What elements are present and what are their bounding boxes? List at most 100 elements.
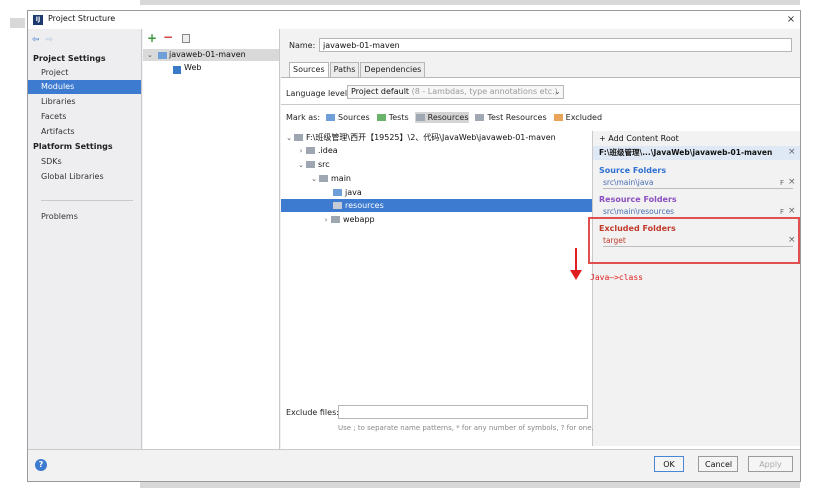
name-label: Name:: [289, 41, 316, 50]
mark-test-resources-label: Test Resources: [487, 113, 547, 122]
tree-label: F:\班级管理\西开【19525】\2、代码\JavaWeb\javaweb-0…: [306, 133, 556, 142]
remove-module-button[interactable]: −: [163, 30, 173, 44]
tab-sources[interactable]: Sources: [289, 62, 329, 77]
chevron-down-icon[interactable]: ⌄: [296, 159, 306, 172]
folder-tree: ⌄ F:\班级管理\西开【19525】\2、代码\JavaWeb\javaweb-…: [281, 131, 592, 446]
remove-root-icon[interactable]: ×: [788, 147, 796, 157]
tree-row-src[interactable]: ⌄ src: [281, 158, 592, 171]
test-resources-folder-icon: [475, 114, 485, 121]
nav-item-modules[interactable]: Modules: [28, 80, 141, 94]
chevron-right-icon[interactable]: ›: [321, 214, 331, 227]
resources-folder-icon: [415, 114, 425, 121]
title-bar: IJ Project Structure ×: [28, 11, 800, 29]
nav-item-artifacts[interactable]: Artifacts: [28, 125, 141, 139]
content-root-path: F:\班级管理\...\JavaWeb\javaweb-01-maven: [593, 146, 800, 160]
tests-folder-icon: [376, 114, 386, 121]
nav-item-facets[interactable]: Facets: [28, 110, 141, 124]
cancel-button[interactable]: Cancel: [698, 456, 738, 472]
sources-folder-icon: [326, 114, 336, 121]
project-settings-header: Project Settings: [33, 54, 106, 63]
module-name-label: javaweb-01-maven: [169, 50, 246, 59]
nav-item-sdks[interactable]: SDKs: [28, 155, 141, 169]
history-nav: ⇦ ⇨: [32, 35, 59, 45]
copy-module-icon[interactable]: [182, 34, 190, 43]
ok-button[interactable]: OK: [654, 456, 684, 472]
module-details-panel: Name: Sources Paths Dependencies Languag…: [281, 29, 800, 449]
nav-item-problems[interactable]: Problems: [28, 210, 141, 224]
tree-row-java[interactable]: java: [281, 186, 592, 199]
language-level-value: Project default: [351, 87, 410, 96]
back-arrow-icon[interactable]: ⇦: [32, 35, 40, 45]
mark-excluded-label: Excluded: [565, 113, 603, 122]
source-folder-path: src\main\java: [603, 178, 793, 189]
tree-label: webapp: [343, 215, 375, 224]
add-content-root-button[interactable]: + Add Content Root: [599, 134, 679, 143]
folder-icon: [319, 175, 328, 182]
mark-sources-button[interactable]: Sources: [325, 112, 371, 123]
web-facet-icon: [173, 66, 181, 74]
tree-row-main[interactable]: ⌄ main: [281, 172, 592, 185]
tree-label: src: [318, 160, 330, 169]
module-row[interactable]: ⌄ javaweb-01-maven: [143, 49, 279, 61]
tree-label: .idea: [318, 146, 338, 155]
dialog-button-bar: ? OK Cancel Apply: [28, 449, 800, 481]
edit-properties-icon[interactable]: F: [780, 208, 784, 216]
chevron-down-icon[interactable]: ⌄: [147, 49, 153, 61]
close-icon[interactable]: ×: [784, 13, 798, 27]
excluded-folder-icon: [553, 114, 563, 121]
project-structure-window: IJ Project Structure × ⇦ ⇨ Project Settin…: [27, 10, 801, 482]
window-title: Project Structure: [48, 14, 116, 23]
remove-source-folder-icon[interactable]: ×: [788, 177, 796, 187]
forward-arrow-icon[interactable]: ⇨: [46, 35, 54, 45]
mark-resources-button[interactable]: Resources: [414, 112, 470, 123]
folder-icon: [294, 134, 303, 141]
module-name-input[interactable]: [319, 38, 792, 52]
mark-as-label: Mark as:: [286, 113, 321, 122]
web-facet-item[interactable]: Web: [184, 63, 201, 72]
apply-button[interactable]: Apply: [748, 456, 793, 472]
background-strip-bottom: [140, 481, 800, 488]
module-tabs: Sources Paths Dependencies: [289, 62, 426, 77]
settings-nav-panel: ⇦ ⇨ Project Settings Project Modules Libr…: [28, 29, 142, 449]
excluded-folders-highlight: [588, 217, 800, 264]
chevron-right-icon[interactable]: ›: [296, 145, 306, 158]
nav-divider: [41, 200, 133, 201]
add-module-button[interactable]: +: [147, 31, 157, 45]
nav-item-project[interactable]: Project: [28, 66, 141, 80]
background-strip-left: [10, 18, 25, 28]
chevron-down-icon[interactable]: ⌄: [554, 85, 561, 99]
mark-tests-button[interactable]: Tests: [376, 112, 410, 123]
language-level-hint: (8 - Lambdas, type annotations etc.): [411, 87, 558, 96]
tree-row-root[interactable]: ⌄ F:\班级管理\西开【19525】\2、代码\JavaWeb\javaweb-…: [281, 131, 592, 144]
tab-paths[interactable]: Paths: [329, 62, 360, 77]
mark-as-toolbar: Mark as: Sources Tests Resources Test Re…: [286, 112, 603, 123]
annotation-arrow-head: [570, 270, 582, 280]
tree-row-resources[interactable]: resources: [281, 199, 592, 212]
platform-settings-header: Platform Settings: [33, 142, 113, 151]
tree-label: java: [345, 188, 362, 197]
mark-excluded-button[interactable]: Excluded: [553, 112, 603, 123]
module-folder-icon: [158, 52, 167, 59]
folder-icon: [331, 216, 340, 223]
language-level-select[interactable]: Project default (8 - Lambdas, type annot…: [347, 85, 564, 99]
remove-resource-folder-icon[interactable]: ×: [788, 206, 796, 216]
chevron-down-icon[interactable]: ⌄: [309, 173, 319, 186]
help-icon[interactable]: ?: [35, 459, 47, 471]
resource-folders-header: Resource Folders: [599, 195, 677, 204]
nav-item-libraries[interactable]: Libraries: [28, 95, 141, 109]
mark-test-resources-button[interactable]: Test Resources: [474, 112, 547, 123]
mark-sources-label: Sources: [338, 113, 370, 122]
folder-icon: [306, 147, 315, 154]
tab-dependencies[interactable]: Dependencies: [360, 62, 426, 77]
source-folders-header: Source Folders: [599, 166, 667, 175]
nav-item-global-libraries[interactable]: Global Libraries: [28, 170, 141, 184]
tree-row-idea[interactable]: › .idea: [281, 144, 592, 157]
content-roots-panel: + Add Content Root F:\班级管理\...\JavaWeb\j…: [592, 131, 800, 446]
source-folder-icon: [333, 189, 342, 196]
tree-row-webapp[interactable]: › webapp: [281, 213, 592, 226]
edit-properties-icon[interactable]: F: [780, 179, 784, 187]
exclude-files-label: Exclude files:: [286, 408, 339, 417]
exclude-files-input[interactable]: [338, 405, 588, 419]
background-strip-top: [140, 0, 800, 5]
mark-tests-label: Tests: [388, 113, 409, 122]
